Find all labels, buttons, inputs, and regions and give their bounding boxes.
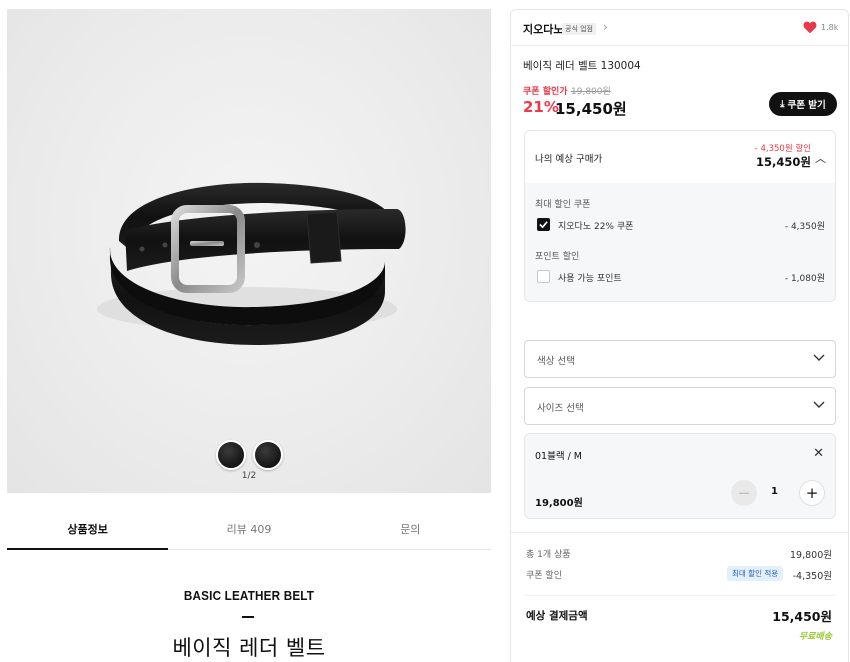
estimated-price: 15,450원 <box>756 155 811 169</box>
chevron-down-icon <box>813 354 825 361</box>
detail-divider <box>242 616 254 618</box>
estimated-price-header[interactable]: 나의 예상 구매가 - 4,350원 할인 15,450원 ︿ <box>525 131 835 183</box>
free-shipping-label: 무료배송 <box>798 632 832 642</box>
coupon-checkbox[interactable] <box>537 218 550 231</box>
total-divider <box>524 595 836 596</box>
size-select[interactable]: 사이즈 선택 <box>524 387 836 425</box>
tab-product-info[interactable]: 상품정보 <box>7 512 169 550</box>
product-image[interactable]: 1/2 <box>7 9 491 493</box>
official-store-badge: 공식 업점 <box>562 23 596 35</box>
decrease-quantity-button[interactable]: − <box>731 480 757 506</box>
slide-counter: 1/2 <box>241 471 257 481</box>
coupon-option-label: 지오다노 22% 쿠폰 <box>558 222 634 232</box>
download-coupon-button[interactable]: ⤓ 쿠폰 받기 <box>769 92 837 116</box>
selected-option-card: 01블랙 / M ✕ 19,800원 − 1 + <box>524 433 836 519</box>
product-tabs: 상품정보 리뷰 409 문의 <box>7 512 491 550</box>
increase-quantity-button[interactable]: + <box>799 480 825 506</box>
close-icon[interactable]: ✕ <box>813 447 824 460</box>
original-price: 19,800원 <box>571 87 611 97</box>
coupon-price-label: 쿠폰 할인가 <box>523 87 568 97</box>
chevron-down-icon <box>813 401 825 408</box>
brand-row: 지오다노 공식 업점 › 1.8k <box>511 10 848 46</box>
chevron-up-icon[interactable]: ︿ <box>815 150 826 166</box>
tab-reviews[interactable]: 리뷰 409 <box>168 512 329 549</box>
color-select[interactable]: 색상 선택 <box>524 340 836 378</box>
color-select-placeholder: 색상 선택 <box>537 356 575 367</box>
chevron-right-icon[interactable]: › <box>603 20 608 34</box>
point-option-label: 사용 가능 포인트 <box>558 274 622 284</box>
coupon-discount-value: -4,350원 <box>792 571 832 582</box>
final-price: 15,450원 <box>772 609 832 624</box>
point-option-value: - 1,080원 <box>784 274 825 284</box>
checkmark-icon <box>539 221 548 229</box>
coupon-button-label: 쿠폰 받기 <box>787 100 826 111</box>
total-items-label: 총 1개 상품 <box>526 550 571 560</box>
product-gallery-column: 1/2 상품정보 리뷰 409 문의 BASIC LEATHER BELT 베이… <box>0 0 498 662</box>
estimated-price-box: 나의 예상 구매가 - 4,350원 할인 15,450원 ︿ 최대 할인 쿠폰… <box>524 130 836 302</box>
tab-inquiry[interactable]: 문의 <box>330 512 491 549</box>
summary-divider <box>511 532 848 533</box>
final-price-label: 예상 결제금액 <box>526 610 588 622</box>
detail-korean-title: 베이직 레더 벨트 <box>172 636 326 660</box>
download-icon: ⤓ <box>780 98 785 110</box>
color-swatch-black-2[interactable] <box>253 440 283 470</box>
detail-english-title: BASIC LEATHER BELT <box>183 588 315 603</box>
sale-price: 15,450원 <box>555 100 627 118</box>
product-name: 베이직 레더 벨트 130004 <box>523 60 641 72</box>
max-discount-badge: 최대 할인 적용 <box>727 566 784 581</box>
discount-rate: 21% <box>523 98 559 116</box>
total-items-value: 19,800원 <box>790 550 832 561</box>
heart-icon[interactable] <box>803 21 817 34</box>
point-section-label: 포인트 할인 <box>535 252 580 262</box>
coupon-discount-label: 쿠폰 할인 <box>526 571 562 581</box>
brand-name[interactable]: 지오다노 <box>523 21 563 37</box>
estimated-discount: - 4,350원 할인 <box>754 144 811 154</box>
discount-details: 최대 할인 쿠폰 지오다노 22% 쿠폰 - 4,350원 포인트 할인 사용 … <box>525 183 835 301</box>
selected-option-name: 01블랙 / M <box>535 451 583 462</box>
size-select-placeholder: 사이즈 선택 <box>537 403 584 414</box>
purchase-panel: 지오다노 공식 업점 › 1.8k 베이직 레더 벨트 130004 쿠폰 할인… <box>510 9 849 662</box>
like-count: 1.8k <box>821 23 839 32</box>
selected-option-price: 19,800원 <box>535 498 583 509</box>
coupon-option-value: - 4,350원 <box>784 222 825 232</box>
coupon-section-label: 최대 할인 쿠폰 <box>535 200 591 210</box>
quantity-value: 1 <box>771 486 778 497</box>
point-checkbox[interactable] <box>537 270 550 283</box>
belt-illustration <box>97 182 406 345</box>
estimated-price-label: 나의 예상 구매가 <box>535 154 603 165</box>
color-swatch-black-1[interactable] <box>216 440 246 470</box>
